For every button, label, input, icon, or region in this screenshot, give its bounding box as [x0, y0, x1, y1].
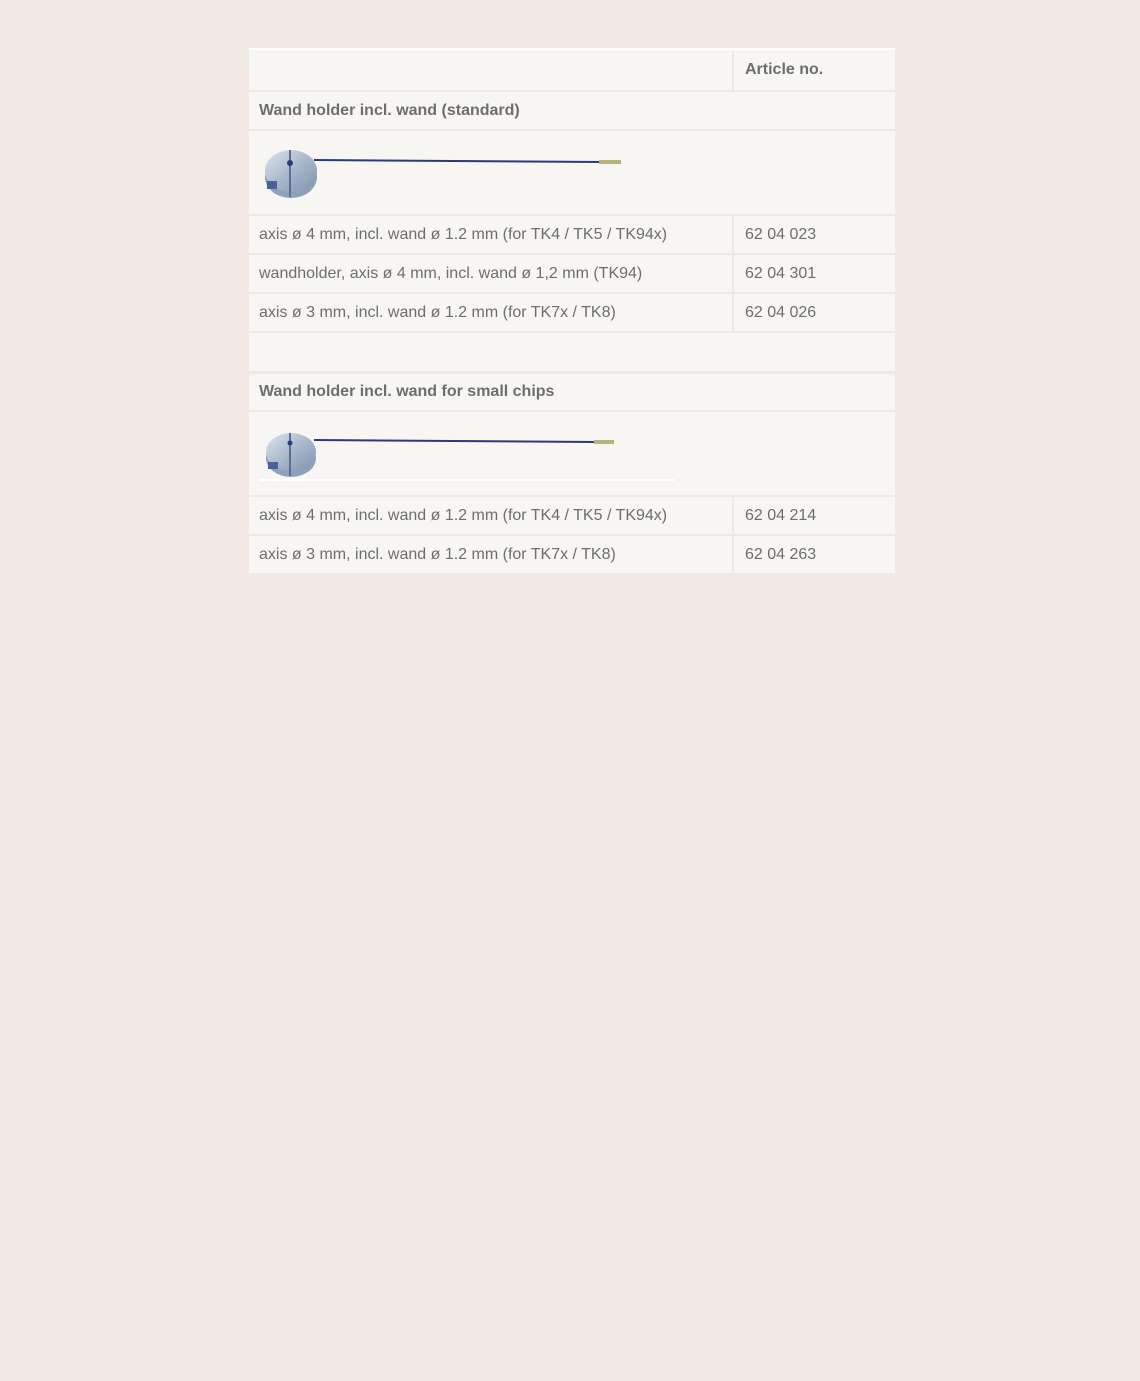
row-description: axis ø 4 mm, incl. wand ø 1.2 mm (for TK… — [249, 215, 733, 255]
row-description: axis ø 3 mm, incl. wand ø 1.2 mm (for TK… — [249, 293, 733, 333]
row-article-no: 62 04 026 — [732, 293, 895, 333]
section-image-row — [249, 130, 895, 216]
wand-holder-image — [265, 149, 621, 198]
table-row: axis ø 4 mm, incl. wand ø 1.2 mm (for TK… — [249, 215, 895, 255]
section-title: Wand holder incl. wand (standard) — [249, 91, 895, 131]
row-description: axis ø 3 mm, incl. wand ø 1.2 mm (for TK… — [259, 545, 616, 563]
row-description: wandholder, axis ø 4 mm, incl. wand ø 1,… — [249, 254, 733, 294]
header-article-no: Article no. — [732, 50, 895, 92]
row-article-no: 62 04 214 — [732, 496, 895, 536]
table-row: wandholder, axis ø 4 mm, incl. wand ø 1,… — [249, 254, 895, 294]
row-description: axis ø 4 mm, incl. wand ø 1.2 mm (for TK… — [249, 496, 733, 536]
row-article-no: 62 04 263 — [732, 535, 895, 573]
table-row: axis ø 3 mm, incl. wand ø 1.2 mm (for TK… — [249, 535, 895, 573]
table-row: axis ø 4 mm, incl. wand ø 1.2 mm (for TK… — [249, 496, 895, 536]
product-table: Article no. Wand holder incl. wand (stan… — [249, 48, 895, 573]
spacer-row — [249, 332, 895, 374]
section-title: Wand holder incl. wand for small chips — [249, 372, 895, 412]
section-image-row — [249, 411, 895, 497]
wand-holder-small-image — [266, 433, 614, 477]
image-underline — [259, 479, 675, 481]
row-article-no: 62 04 023 — [732, 215, 895, 255]
table-header-row: Article no. — [249, 50, 895, 92]
table-row: axis ø 3 mm, incl. wand ø 1.2 mm (for TK… — [249, 293, 895, 333]
header-description — [249, 50, 733, 92]
section-title-row: Wand holder incl. wand (standard) — [249, 91, 895, 131]
row-article-no: 62 04 301 — [732, 254, 895, 294]
section-title-row: Wand holder incl. wand for small chips — [249, 372, 895, 412]
